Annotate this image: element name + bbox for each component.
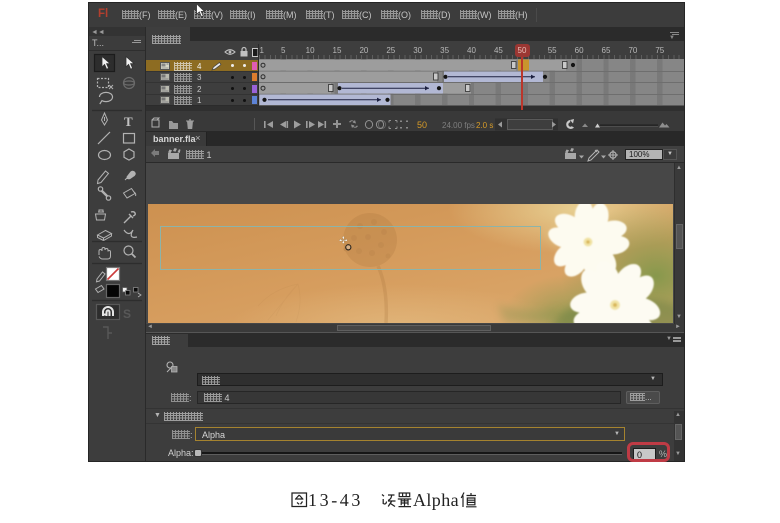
svg-text:2.0 s: 2.0 s [476,121,493,130]
svg-text:S: S [123,307,131,321]
svg-text:T: T [124,114,133,129]
svg-text:24.00 fps: 24.00 fps [442,121,475,130]
svg-text:50: 50 [417,120,427,130]
